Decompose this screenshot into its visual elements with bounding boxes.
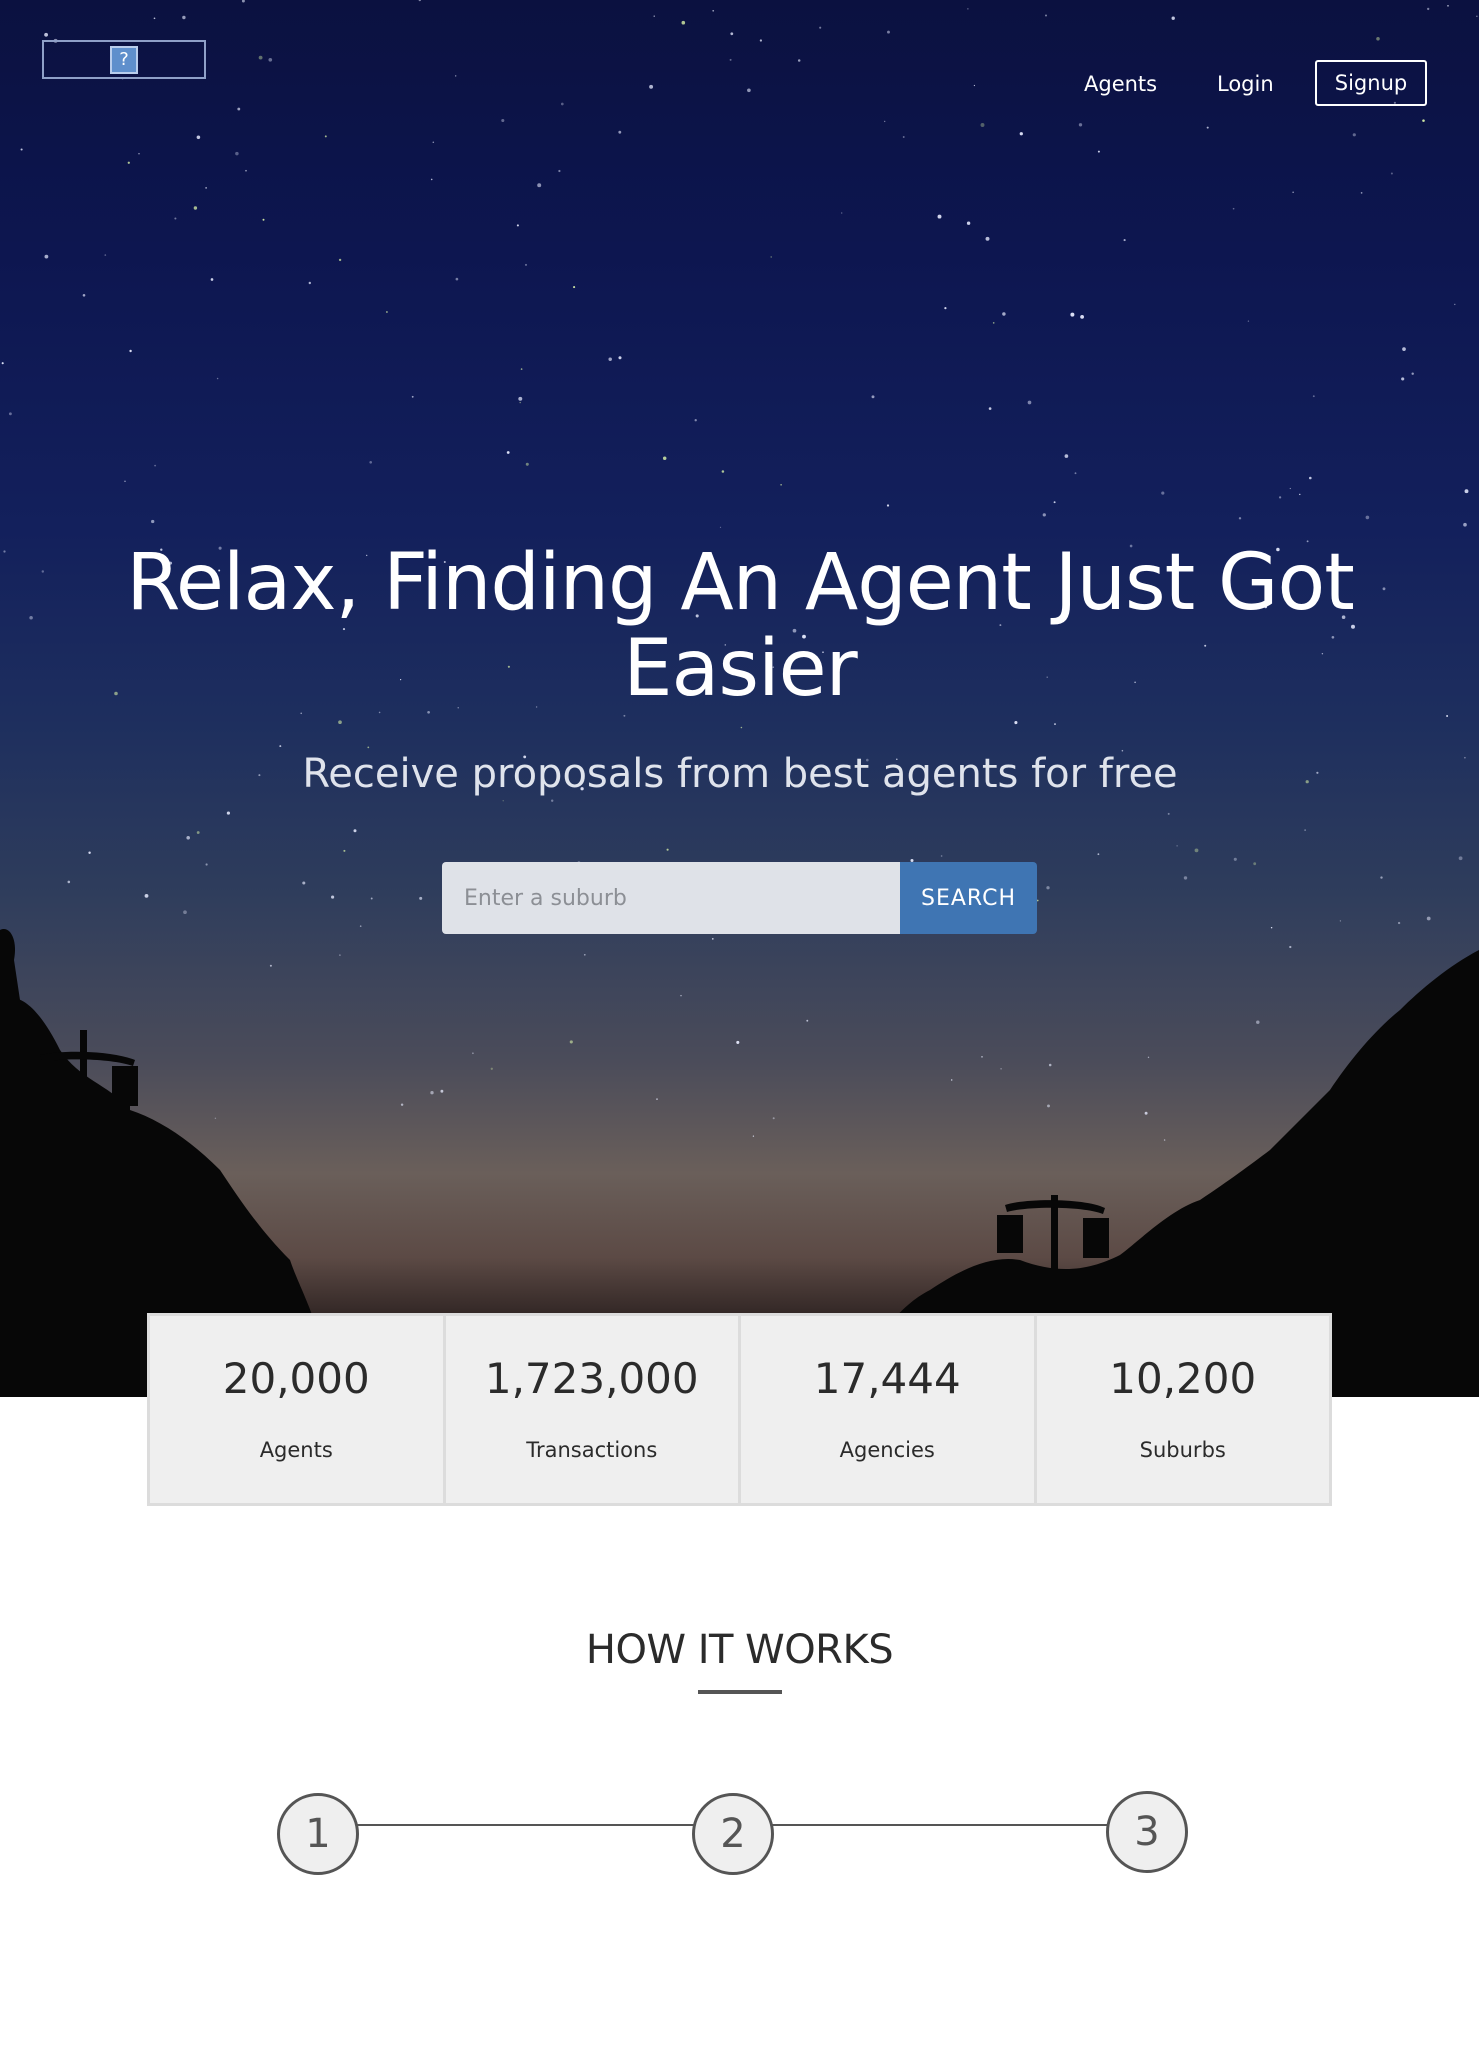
signup-button[interactable]: Signup xyxy=(1315,60,1427,106)
stat-agencies: 17,444 Agencies xyxy=(741,1316,1037,1503)
search-button[interactable]: SEARCH xyxy=(900,862,1037,934)
logo[interactable]: ? xyxy=(42,40,206,79)
broken-image-icon: ? xyxy=(110,46,138,74)
step-1-circle: 1 xyxy=(277,1793,359,1875)
step-3-circle: 3 xyxy=(1106,1791,1188,1873)
stat-value: 17,444 xyxy=(813,1354,961,1403)
stat-value: 10,200 xyxy=(1109,1354,1257,1403)
search-form: SEARCH xyxy=(442,862,1037,934)
hero-section: ? Agents Login Signup Relax, Finding An … xyxy=(0,0,1479,1397)
stat-label: Transactions xyxy=(526,1438,658,1462)
stat-suburbs: 10,200 Suburbs xyxy=(1037,1316,1330,1503)
stat-value: 20,000 xyxy=(222,1354,370,1403)
section-underline xyxy=(698,1690,782,1694)
hero-subheadline: Receive proposals from best agents for f… xyxy=(302,751,1178,797)
stat-transactions: 1,723,000 Transactions xyxy=(446,1316,741,1503)
nav-login-link[interactable]: Login xyxy=(1217,66,1274,102)
hero-headline: Relax, Finding An Agent Just Got Easier xyxy=(126,538,1355,714)
how-it-works-title: HOW IT WORKS xyxy=(585,1627,894,1673)
nav-agents-link[interactable]: Agents xyxy=(1084,66,1157,102)
stat-label: Agencies xyxy=(839,1438,935,1462)
stat-agents: 20,000 Agents xyxy=(150,1316,446,1503)
stat-label: Agents xyxy=(259,1438,333,1462)
suburb-search-input[interactable] xyxy=(442,862,900,934)
stats-panel: 20,000 Agents 1,723,000 Transactions 17,… xyxy=(147,1313,1332,1506)
stat-label: Suburbs xyxy=(1139,1438,1226,1462)
stat-value: 1,723,000 xyxy=(484,1354,699,1403)
step-2-circle: 2 xyxy=(692,1793,774,1875)
